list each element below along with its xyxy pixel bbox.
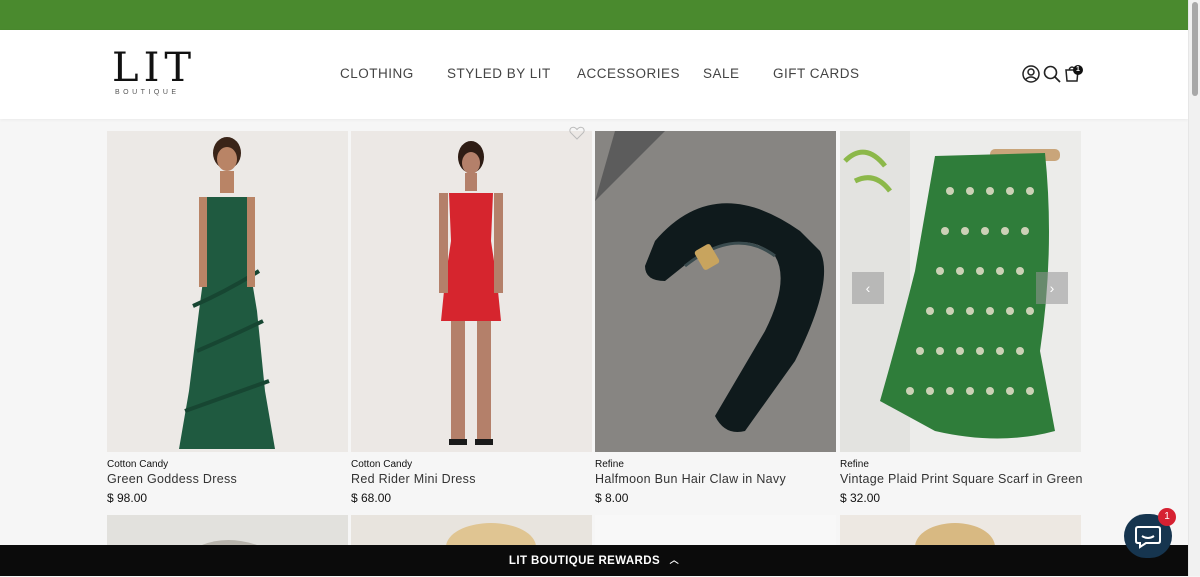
product-price: $ 68.00 [351,491,392,505]
product-title[interactable]: Halfmoon Bun Hair Claw in Navy [595,472,786,486]
scrollbar-thumb[interactable] [1192,2,1198,96]
product-title[interactable]: Green Goddess Dress [107,472,237,486]
carousel-next-button[interactable]: › [1036,272,1068,304]
nav-sale[interactable]: SALE [703,66,740,81]
product-image[interactable] [107,131,348,452]
account-icon[interactable] [1021,64,1041,84]
product-image[interactable] [595,131,836,452]
nav-gift-cards[interactable]: GIFT CARDS [773,66,860,81]
nav-styled-by-lit[interactable]: STYLED BY LIT [447,66,551,81]
product-vendor: Refine [595,459,624,470]
rewards-bar[interactable]: LIT BOUTIQUE REWARDS ︿ [0,545,1188,576]
announcement-bar [0,0,1188,30]
product-image[interactable] [595,515,836,545]
main-nav: CLOTHING STYLED BY LIT ACCESSORIES SALE … [0,66,1188,86]
product-image[interactable] [107,515,348,545]
cart-count-badge: 1 [1073,65,1083,75]
product-price: $ 32.00 [840,491,881,505]
carousel-prev-button[interactable]: ‹ [852,272,884,304]
chevron-up-icon: ︿ [669,555,680,565]
site-header: LIT BOUTIQUE CLOTHING STYLED BY LIT ACCE… [0,30,1188,119]
product-vendor: Cotton Candy [107,459,169,470]
nav-clothing[interactable]: CLOTHING [340,66,414,81]
product-image[interactable] [840,515,1081,545]
product-vendor: Refine [840,459,869,470]
page-scrollbar[interactable] [1188,0,1200,576]
product-image[interactable] [351,515,592,545]
product-title[interactable]: Red Rider Mini Dress [351,472,476,486]
logo-tagline: BOUTIQUE [115,89,180,96]
nav-accessories[interactable]: ACCESSORIES [577,66,680,81]
search-icon[interactable] [1042,64,1062,84]
wishlist-heart-icon[interactable] [569,126,585,140]
chat-notification-badge: 1 [1158,508,1176,526]
product-title[interactable]: Vintage Plaid Print Square Scarf in Gree… [840,472,1083,486]
product-image[interactable] [351,131,592,452]
product-price: $ 8.00 [595,491,629,505]
product-vendor: Cotton Candy [351,459,413,470]
rewards-label: LIT BOUTIQUE REWARDS [508,555,661,567]
product-price: $ 98.00 [107,491,148,505]
